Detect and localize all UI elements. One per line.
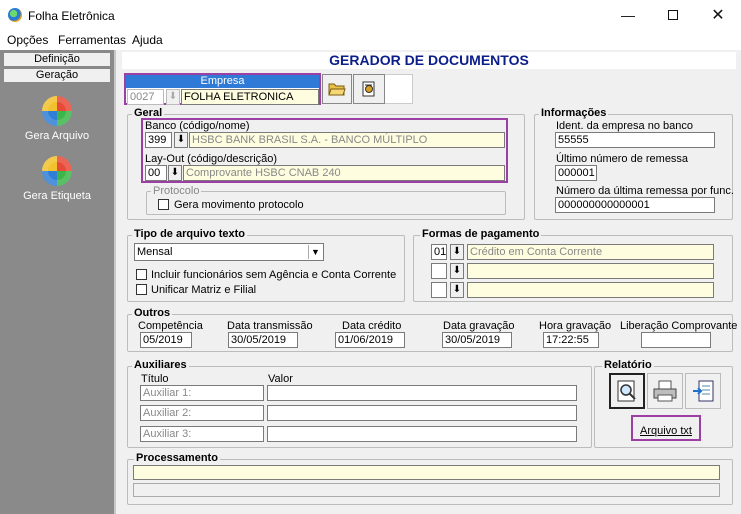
auxiliar-3-title[interactable]: Auxiliar 3: [140, 426, 264, 442]
dt-credito-label: Data crédito [342, 320, 402, 332]
dt-gravacao-label: Data gravação [443, 320, 515, 332]
folder-open-icon [328, 83, 346, 96]
minimize-button[interactable]: — [605, 0, 651, 30]
window-title: Folha Eletrônica [28, 9, 115, 23]
processamento-status [133, 465, 720, 480]
preview-icon [617, 380, 636, 402]
layout-code[interactable]: 00 [145, 165, 167, 181]
liberacao-label: Liberação Comprovante [620, 320, 738, 332]
auxiliares-title: Auxiliares [132, 359, 189, 371]
settings-doc-button[interactable] [353, 74, 385, 104]
forma-2-desc [467, 263, 714, 279]
forma-1-lookup-icon[interactable]: ⬇ [450, 244, 464, 260]
gera-etiqueta-icon [42, 156, 72, 186]
layout-name: Comprovante HSBC CNAB 240 [183, 165, 505, 181]
ident-label: Ident. da empresa no banco [556, 120, 693, 132]
dt-credito-field[interactable]: 01/06/2019 [335, 332, 405, 348]
col-titulo: Título [141, 373, 169, 385]
menu-ajuda[interactable]: Ajuda [132, 33, 163, 47]
gera-etiqueta-label: Gera Etiqueta [23, 190, 91, 202]
ultimo-label: Último número de remessa [556, 153, 689, 165]
banco-lookup-icon[interactable]: ⬇ [174, 132, 188, 148]
competencia-field[interactable]: 05/2019 [140, 332, 192, 348]
gera-etiqueta-button[interactable]: Gera Etiqueta [10, 156, 104, 202]
banco-name: HSBC BANK BRASIL S.A. - BANCO MÚLTIPLO [189, 132, 505, 148]
layout-label: Lay-Out (código/descrição) [145, 153, 278, 165]
processamento-progress-bar [133, 483, 720, 497]
tipo-arquivo-select[interactable]: Mensal ▼ [134, 243, 324, 261]
ultimo-field[interactable]: 000001 [555, 165, 597, 181]
empresa-name[interactable]: FOLHA ELETRONICA [181, 89, 319, 105]
forma-2-lookup-icon[interactable]: ⬇ [450, 263, 464, 279]
protocolo-title: Protocolo [151, 185, 202, 197]
forma-3-lookup-icon[interactable]: ⬇ [450, 282, 464, 298]
gera-movimento-label: Gera movimento protocolo [174, 199, 304, 211]
export-button[interactable] [685, 373, 721, 409]
incluir-checkbox[interactable] [136, 269, 147, 280]
menu-opcoes[interactable]: Opções [7, 33, 48, 47]
col-valor: Valor [268, 373, 293, 385]
tab-geracao[interactable]: Geração [3, 68, 111, 83]
tipo-arquivo-value: Mensal [137, 246, 173, 258]
hr-gravacao-label: Hora gravação [539, 320, 612, 332]
empresa-label: Empresa [126, 75, 319, 88]
toolbar-spacer [385, 74, 413, 104]
banco-label: Banco (código/nome) [145, 120, 250, 132]
forma-3-desc [467, 282, 714, 298]
gera-arquivo-label: Gera Arquivo [24, 130, 90, 142]
unificar-label: Unificar Matriz e Filial [151, 284, 257, 296]
auxiliar-2-title[interactable]: Auxiliar 2: [140, 405, 264, 421]
tipo-arquivo-title: Tipo de arquivo texto [132, 228, 248, 240]
dt-gravacao-field[interactable]: 30/05/2019 [442, 332, 512, 348]
tab-definicao[interactable]: Definição [3, 52, 111, 67]
page-title: GERADOR DE DOCUMENTOS [122, 52, 736, 69]
incluir-label: Incluir funcionários sem Agência e Conta… [151, 269, 397, 281]
export-icon [693, 380, 714, 402]
forma-1-desc: Crédito em Conta Corrente [467, 244, 714, 260]
dt-transmissao-field[interactable]: 30/05/2019 [228, 332, 298, 348]
preview-button[interactable] [609, 373, 645, 409]
auxiliar-2-value[interactable] [267, 405, 577, 421]
processamento-title: Processamento [134, 452, 220, 464]
layout-lookup-icon[interactable]: ⬇ [168, 165, 182, 181]
relatorio-title: Relatório [602, 359, 654, 371]
dt-transmissao-label: Data transmissão [227, 320, 313, 332]
banco-code[interactable]: 399 [145, 132, 172, 148]
maximize-button[interactable] [650, 0, 696, 30]
auxiliar-1-title[interactable]: Auxiliar 1: [140, 385, 264, 401]
gera-arquivo-button[interactable]: Gera Arquivo [10, 96, 104, 142]
ident-field[interactable]: 55555 [555, 132, 715, 148]
printer-icon [653, 380, 677, 402]
formas-title: Formas de pagamento [420, 228, 542, 240]
empresa-lookup-icon[interactable]: ⬇ [166, 89, 180, 105]
chevron-down-icon[interactable]: ▼ [308, 245, 322, 259]
competencia-label: Competência [138, 320, 203, 332]
app-icon [8, 8, 22, 22]
menu-bar: Opções Ferramentas Ajuda [0, 30, 741, 50]
title-bar: Folha Eletrônica — ✕ [0, 0, 741, 30]
arquivo-txt-button[interactable]: Arquivo txt [640, 425, 692, 437]
close-button[interactable]: ✕ [695, 0, 741, 30]
settings-doc-icon [362, 81, 375, 97]
forma-2-code[interactable] [431, 263, 447, 279]
hr-gravacao-field[interactable]: 17:22:55 [543, 332, 599, 348]
unificar-checkbox[interactable] [136, 284, 147, 295]
liberacao-field[interactable] [641, 332, 711, 348]
numero-label: Número da última remessa por func. [556, 185, 734, 197]
gera-arquivo-icon [42, 96, 72, 126]
forma-3-code[interactable] [431, 282, 447, 298]
outros-title: Outros [132, 307, 173, 319]
gera-movimento-checkbox[interactable] [158, 199, 169, 210]
left-panel: Definição Geração Gera Arquivo Gera Etiq… [0, 50, 114, 514]
numero-field[interactable]: 000000000000001 [555, 197, 715, 213]
informacoes-title: Informações [539, 107, 609, 119]
empresa-box: Empresa 0027 ⬇ FOLHA ELETRONICA [124, 73, 321, 105]
auxiliar-3-value[interactable] [267, 426, 577, 442]
auxiliar-1-value[interactable] [267, 385, 577, 401]
print-button[interactable] [647, 373, 683, 409]
open-folder-button[interactable] [322, 74, 352, 104]
forma-1-code[interactable]: 01 [431, 244, 447, 260]
empresa-code[interactable]: 0027 [127, 89, 164, 105]
menu-ferramentas[interactable]: Ferramentas [58, 33, 126, 47]
